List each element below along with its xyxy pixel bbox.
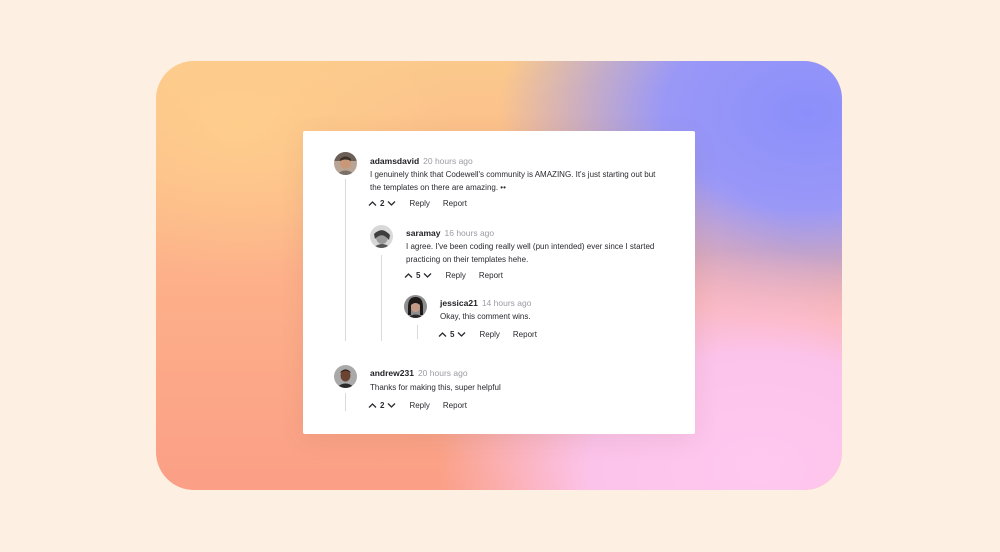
comment-actions: 2 Reply Report [368, 199, 467, 208]
comment-timestamp: 20 hours ago [417, 368, 468, 378]
reply-button[interactable]: Reply [445, 271, 465, 280]
comment-text: Okay, this comment wins. [440, 312, 531, 321]
chevron-up-icon[interactable] [404, 272, 413, 279]
vote-count: 2 [380, 401, 385, 410]
avatar[interactable] [404, 295, 427, 318]
report-button[interactable]: Report [479, 271, 503, 280]
chevron-down-icon[interactable] [423, 272, 432, 279]
comment-actions: 2 Reply Report [368, 401, 467, 410]
thread-line [381, 255, 382, 341]
report-button[interactable]: Report [443, 199, 467, 208]
thread-line [345, 179, 346, 341]
vote-control: 2 [368, 199, 396, 208]
chevron-up-icon[interactable] [438, 331, 447, 338]
vote-count: 5 [450, 330, 455, 339]
thread-line [345, 393, 346, 411]
comment-author[interactable]: andrew231 20 hours ago [370, 368, 468, 378]
vote-count: 5 [416, 271, 421, 280]
avatar[interactable] [370, 225, 393, 248]
comment-timestamp: 14 hours ago [481, 298, 532, 308]
comment-author[interactable]: saramay 16 hours ago [406, 228, 494, 238]
chevron-up-icon[interactable] [368, 402, 377, 409]
comment-text: I agree. I've been coding really well (p… [406, 242, 655, 264]
report-button[interactable]: Report [443, 401, 467, 410]
comment-actions: 5 Reply Report [404, 271, 503, 280]
comment-text: Thanks for making this, super helpful [370, 383, 501, 392]
reply-button[interactable]: Reply [409, 401, 429, 410]
reply-button[interactable]: Reply [479, 330, 499, 339]
vote-control: 5 [438, 330, 466, 339]
vote-count: 2 [380, 199, 385, 208]
comment-text: I genuinely think that Codewell's commun… [370, 170, 656, 192]
vote-control: 5 [404, 271, 432, 280]
comment-actions: 5 Reply Report [438, 330, 537, 339]
chevron-down-icon[interactable] [457, 331, 466, 338]
vote-control: 2 [368, 401, 396, 410]
comment-timestamp: 16 hours ago [444, 228, 495, 238]
reply-button[interactable]: Reply [409, 199, 429, 208]
avatar[interactable] [334, 365, 357, 388]
chevron-down-icon[interactable] [387, 200, 396, 207]
comment-author[interactable]: jessica21 14 hours ago [440, 298, 531, 308]
report-button[interactable]: Report [513, 330, 537, 339]
avatar[interactable] [334, 152, 357, 175]
chevron-up-icon[interactable] [368, 200, 377, 207]
comment-timestamp: 20 hours ago [423, 156, 473, 166]
comments-card: adamsdavid 20 hours ago I genuinely think… [303, 131, 695, 434]
comment-author[interactable]: adamsdavid 20 hours ago [370, 156, 473, 166]
thread-line [417, 325, 418, 339]
chevron-down-icon[interactable] [387, 402, 396, 409]
